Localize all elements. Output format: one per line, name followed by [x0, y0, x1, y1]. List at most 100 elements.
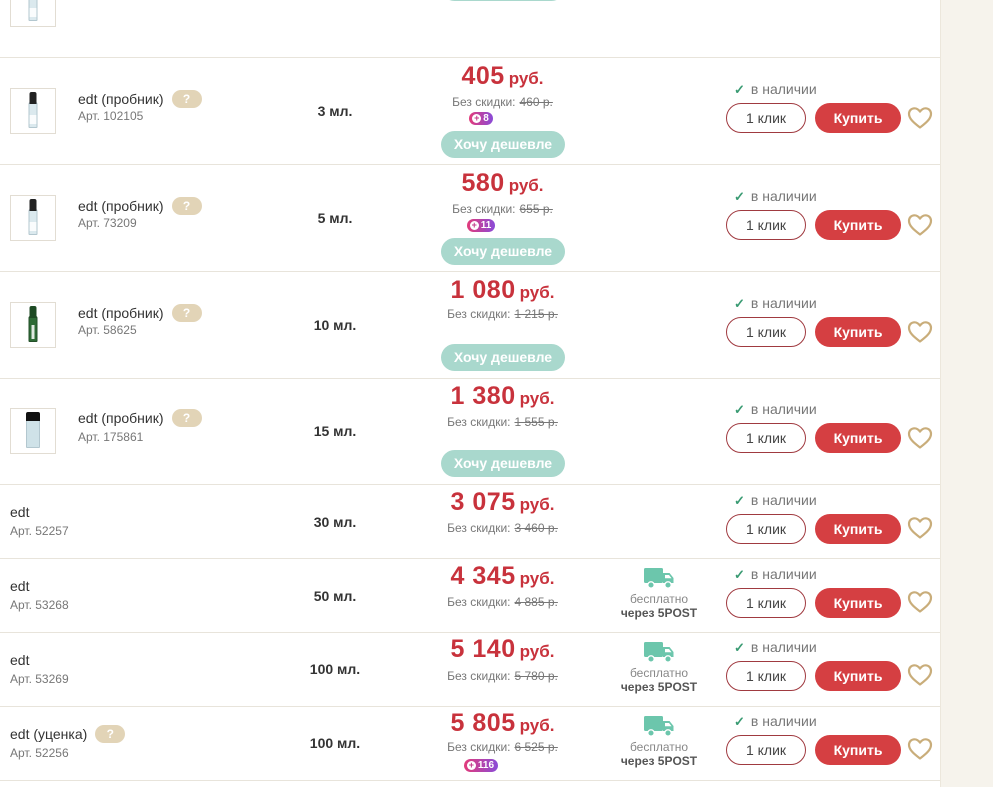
volume: 15 мл.: [313, 423, 357, 439]
variant-name: edt (пробник)?: [78, 409, 202, 427]
buy-button[interactable]: Купить: [815, 661, 901, 691]
article-number: Арт. 52257: [10, 524, 69, 538]
favorite-heart-icon[interactable]: [907, 737, 933, 761]
variant-name-text: edt (пробник): [78, 91, 164, 107]
want-cheaper-button[interactable]: Хочу дешевле: [441, 344, 565, 371]
price: 580: [461, 169, 505, 197]
help-badge[interactable]: ?: [171, 304, 202, 322]
favorite-heart-icon[interactable]: [907, 106, 933, 130]
bonus-badge: +8: [425, 111, 537, 129]
old-price: 4 885 р.: [514, 595, 558, 609]
price-line: 5 805 руб.: [425, 709, 580, 741]
favorite-heart-icon[interactable]: [907, 663, 933, 687]
one-click-button[interactable]: 1 клик: [726, 661, 806, 691]
one-click-button[interactable]: 1 клик: [726, 423, 806, 453]
one-click-button[interactable]: 1 клик: [726, 317, 806, 347]
one-click-button[interactable]: 1 клик: [726, 588, 806, 618]
favorite-heart-icon[interactable]: [907, 213, 933, 237]
article-number: Арт. 53268: [10, 598, 69, 612]
one-click-button[interactable]: 1 клик: [726, 210, 806, 240]
variant-name: edt (пробник)?: [78, 304, 202, 322]
price-block: 3 075 руб. Без скидки: 3 460 р.: [425, 488, 580, 535]
stock-status: ✓ в наличии: [734, 188, 817, 205]
want-cheaper-button[interactable]: Хочу дешевле: [441, 238, 565, 265]
stock-status-text: в наличии: [750, 566, 817, 582]
free-delivery-info: бесплатно через 5POST: [610, 640, 708, 695]
buy-button[interactable]: Купить: [815, 423, 901, 453]
variant-name-text: edt: [10, 578, 30, 594]
old-price-label: Без скидки:: [452, 95, 516, 109]
variant-name-text: edt (пробник): [78, 198, 164, 214]
buy-button[interactable]: Купить: [815, 103, 901, 133]
buy-button[interactable]: Купить: [815, 735, 901, 765]
stock-status-text: в наличии: [750, 401, 817, 417]
product-thumbnail[interactable]: [10, 301, 56, 348]
price-currency: руб.: [519, 569, 555, 588]
product-thumbnail[interactable]: [10, 87, 56, 134]
want-cheaper-button[interactable]: Хочу дешевле: [441, 131, 565, 158]
price-block: 1 080 руб. Без скидки: 1 215 р.: [425, 276, 580, 321]
variant-name-text: edt: [10, 504, 30, 520]
volume: 50 мл.: [313, 588, 357, 604]
help-badge[interactable]: ?: [171, 409, 202, 427]
old-price: 460 р.: [519, 95, 553, 109]
free-delivery-info: бесплатно через 5POST: [610, 566, 708, 621]
buy-button[interactable]: Купить: [815, 317, 901, 347]
article-number: Арт. 102105: [78, 109, 144, 123]
product-thumbnail[interactable]: [10, 408, 56, 454]
want-cheaper-button[interactable]: Хочу дешевле: [441, 450, 565, 477]
delivery-via-text: через 5POST: [620, 606, 698, 620]
price: 5 805: [450, 709, 516, 737]
vial-cap: [29, 91, 37, 104]
buy-button[interactable]: Купить: [815, 514, 901, 544]
stock-status: ✓ в наличии: [734, 713, 817, 730]
want-cheaper-button[interactable]: Хочу дешевле: [441, 0, 565, 1]
favorite-heart-icon[interactable]: [907, 516, 933, 540]
favorite-heart-icon[interactable]: [907, 590, 933, 614]
bonus-points: +8: [469, 112, 493, 125]
help-badge[interactable]: ?: [171, 197, 202, 215]
one-click-button[interactable]: 1 клик: [726, 514, 806, 544]
price-block: 405 руб. Без скидки: 460 р.: [425, 62, 580, 109]
bonus-points: +116: [463, 759, 499, 772]
volume: 100 мл.: [309, 661, 361, 677]
vial-label: [29, 221, 37, 231]
volume: 3 мл.: [317, 103, 353, 119]
vial-image: [26, 418, 40, 448]
stock-status: ✓ в наличии: [734, 295, 817, 312]
stock-status: ✓ в наличии: [734, 81, 817, 98]
price-block: 580 руб. Без скидки: 655 р.: [425, 169, 580, 216]
variant-name-text: edt (пробник): [78, 305, 164, 321]
buy-button[interactable]: Купить: [815, 210, 901, 240]
help-badge[interactable]: ?: [171, 90, 202, 108]
favorite-heart-icon[interactable]: [907, 426, 933, 450]
help-badge[interactable]: ?: [95, 725, 126, 743]
price-currency: руб.: [508, 176, 544, 195]
price: 3 075: [450, 488, 516, 516]
vial-label: [29, 7, 37, 17]
check-icon: ✓: [734, 189, 745, 204]
volume: 30 мл.: [313, 514, 357, 530]
favorite-heart-icon[interactable]: [907, 320, 933, 344]
volume: 100 мл.: [309, 735, 361, 751]
price-currency: руб.: [508, 69, 544, 88]
price-currency: руб.: [519, 389, 555, 408]
delivery-free-text: бесплатно: [629, 592, 689, 606]
old-price-line: Без скидки: 6 525 р.: [425, 739, 580, 755]
one-click-button[interactable]: 1 клик: [726, 103, 806, 133]
product-variants-table: Арт. 732082 мл.+6Хочу дешевле1 кликКупит…: [0, 0, 941, 787]
old-price-line: Без скидки: 3 460 р.: [425, 520, 580, 536]
product-thumbnail[interactable]: [10, 0, 56, 27]
old-price-line: Без скидки: 1 555 р.: [425, 414, 580, 430]
check-icon: ✓: [734, 567, 745, 582]
product-thumbnail[interactable]: [10, 194, 56, 241]
article-number: Арт. 52256: [10, 746, 69, 760]
old-price-line: Без скидки: 4 885 р.: [425, 594, 580, 610]
product-variant-row: edt (пробник)? Арт. 73209 5 мл. 580 руб. Без …: [0, 164, 940, 272]
buy-button[interactable]: Купить: [815, 588, 901, 618]
price-line: 1 080 руб.: [425, 276, 580, 308]
old-price: 5 780 р.: [514, 669, 558, 683]
one-click-button[interactable]: 1 клик: [726, 735, 806, 765]
stock-status-text: в наличии: [750, 81, 817, 97]
variant-name: edt: [10, 504, 29, 520]
